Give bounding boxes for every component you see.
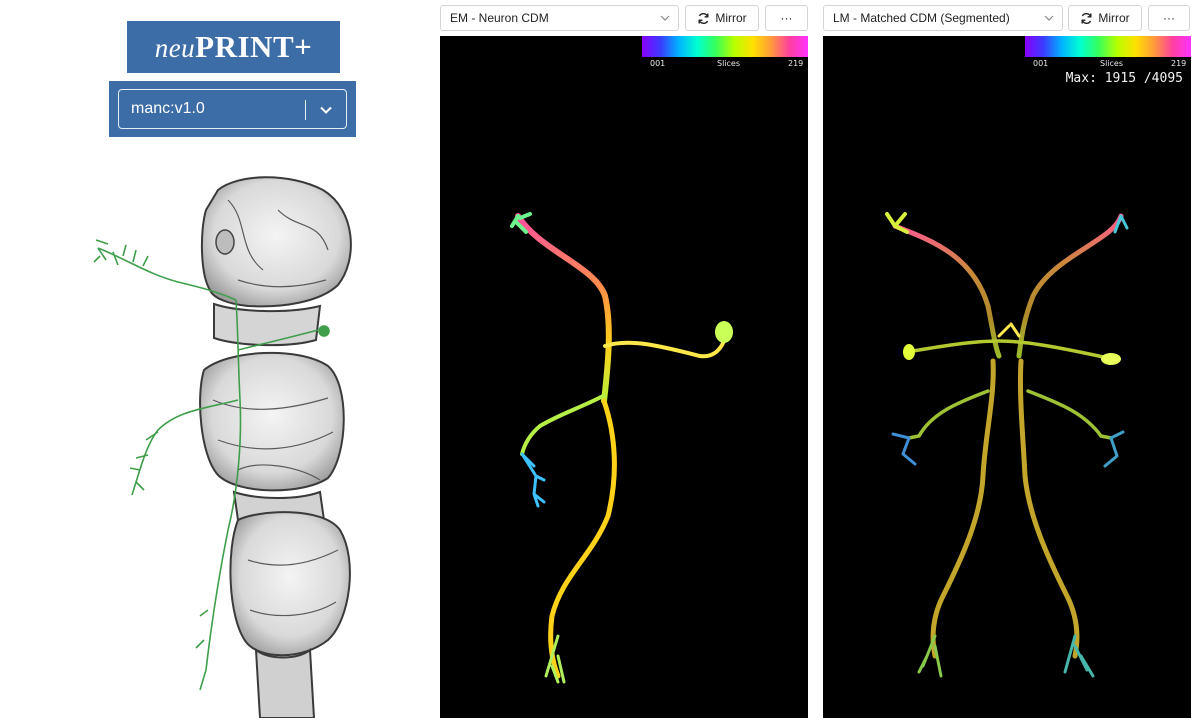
em-mirror-button[interactable]: Mirror: [685, 5, 759, 31]
em-more-label: ···: [780, 11, 793, 25]
dataset-select[interactable]: manc:v1.0: [118, 89, 347, 129]
dataset-select-separator: [305, 100, 306, 120]
logo-text-neu: neu: [154, 33, 196, 63]
app-root: neuPRINT+ manc:v1.0 EM - Neuron CDM Mirr…: [0, 0, 1200, 718]
em-view-select[interactable]: EM - Neuron CDM: [440, 5, 679, 31]
lm-mirror-label: Mirror: [1098, 11, 1130, 25]
refresh-icon: [698, 12, 709, 24]
dataset-select-value: manc:v1.0: [131, 100, 205, 117]
dataset-selector-container: manc:v1.0: [109, 81, 356, 137]
neuprint-logo: neuPRINT+: [127, 21, 340, 73]
lm-mirror-button[interactable]: Mirror: [1068, 5, 1142, 31]
lm-view-select[interactable]: LM - Matched CDM (Segmented): [823, 5, 1063, 31]
lm-more-button[interactable]: ···: [1148, 5, 1190, 31]
em-view-select-label: EM - Neuron CDM: [450, 11, 549, 25]
em-more-button[interactable]: ···: [765, 5, 808, 31]
lm-neuron-render: [885, 212, 1129, 678]
logo-text-print: PRINT+: [195, 29, 313, 64]
em-cdm-image[interactable]: 001 Slices 219: [440, 36, 808, 718]
em-neuron-render: [510, 212, 733, 684]
vnc-3d-view[interactable]: [88, 170, 368, 718]
lm-cdm-image[interactable]: 001 Slices 219 Max: 1915 /4095: [823, 36, 1191, 718]
lm-view-select-label: LM - Matched CDM (Segmented): [833, 11, 1010, 25]
chevron-down-icon[interactable]: [319, 103, 333, 117]
chevron-down-icon: [660, 15, 670, 21]
chevron-down-icon: [1044, 15, 1054, 21]
em-mirror-label: Mirror: [715, 11, 747, 25]
lm-more-label: ···: [1163, 11, 1175, 25]
refresh-icon: [1081, 12, 1092, 24]
